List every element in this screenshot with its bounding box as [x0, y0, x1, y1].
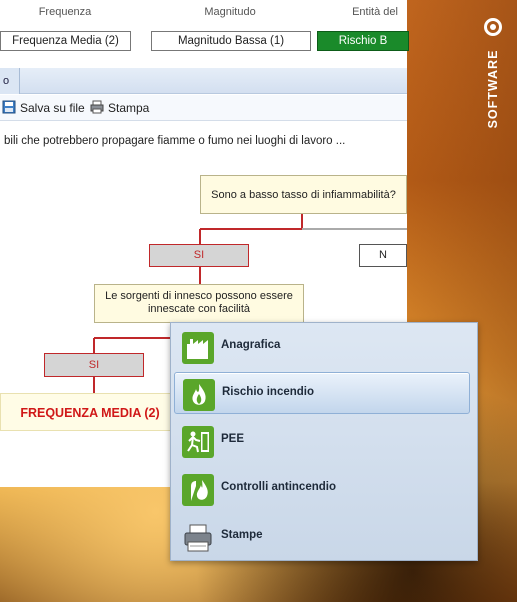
menu-label-pee: PEE: [221, 433, 245, 445]
flow-question-1: Sono a basso tasso di infiammabilità?: [200, 175, 407, 214]
menu-item-rischio-incendio[interactable]: Rischio incendio: [174, 372, 470, 414]
menu-item-stampe[interactable]: Stampe: [174, 516, 470, 558]
menu-label-rischio-incendio: Rischio incendio: [222, 386, 315, 398]
flow-result: FREQUENZA MEDIA (2): [0, 393, 180, 431]
flow-question-2: Le sorgenti di innesco possono essere in…: [94, 284, 304, 323]
flow-answer-si-2[interactable]: SI: [44, 353, 144, 377]
flow-answer-si-1[interactable]: SI: [149, 244, 249, 267]
printer-icon: [182, 522, 214, 554]
factory-icon: [182, 332, 214, 364]
menu-label-anagrafica: Anagrafica: [221, 339, 281, 351]
navigation-menu: Anagrafica Rischio incendio PEE Controll…: [170, 322, 478, 561]
flow-answer-no-1[interactable]: N: [359, 244, 407, 267]
menu-label-stampe: Stampe: [221, 529, 263, 541]
brand: SOFTWARE: [477, 18, 509, 138]
menu-item-controlli-antincendio[interactable]: Controlli antincendio: [174, 468, 470, 510]
menu-label-controlli-antincendio: Controlli antincendio: [221, 481, 336, 493]
fire-control-icon: [182, 474, 214, 506]
brand-logo-icon: [484, 18, 502, 36]
emergency-exit-icon: [182, 426, 214, 458]
flame-icon: [183, 379, 215, 411]
menu-item-anagrafica[interactable]: Anagrafica: [174, 326, 470, 368]
menu-item-pee[interactable]: PEE: [174, 420, 470, 462]
brand-text: SOFTWARE: [486, 49, 500, 129]
